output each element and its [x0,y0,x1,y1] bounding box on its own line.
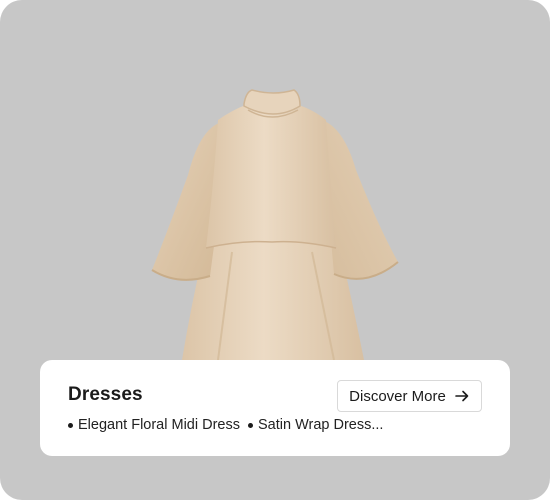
bullet-icon [68,422,73,428]
discover-more-button[interactable]: Discover More [337,380,482,412]
product-category-card[interactable]: Dresses Discover More Elegant Floral Mid… [0,0,550,500]
category-info-panel: Dresses Discover More Elegant Floral Mid… [40,360,510,456]
list-item-label: Satin Wrap Dress... [257,417,384,433]
category-title: Dresses [68,384,143,405]
bullet-icon [247,422,253,428]
item-list: Elegant Floral Midi Dress Satin Wrap Dre… [68,417,383,433]
list-item-label: Elegant Floral Midi Dress [78,417,240,433]
arrow-right-icon [455,390,469,402]
list-item[interactable]: Satin Wrap Dress... [247,417,384,433]
discover-more-label: Discover More [349,387,446,405]
list-item[interactable]: Elegant Floral Midi Dress [68,417,240,433]
